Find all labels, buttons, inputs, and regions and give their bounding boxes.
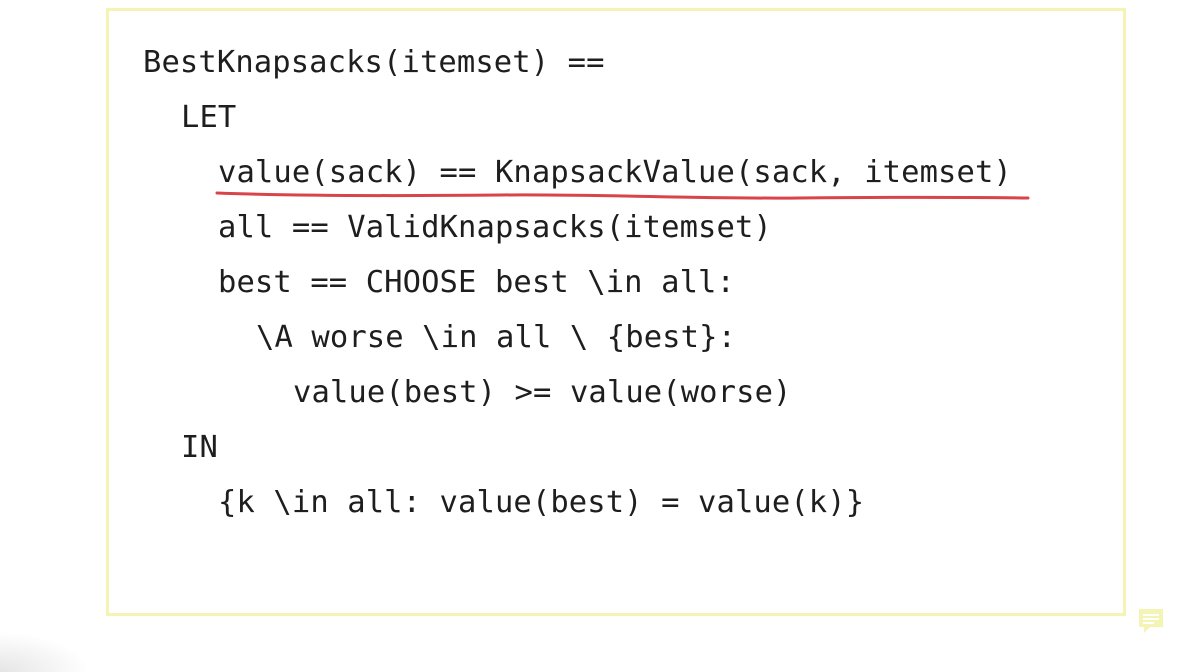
code-line-best: best == CHOOSE best \in all: (218, 265, 735, 300)
comment-icon[interactable] (1136, 606, 1166, 636)
code-line-in: IN (181, 430, 218, 465)
code-line-result: {k \in all: value(best) = value(k)} (218, 485, 865, 520)
code-line-definition: BestKnapsacks(itemset) == (143, 45, 605, 80)
code-line-let: LET (181, 100, 237, 135)
code-line-compare: value(best) >= value(worse) (293, 375, 792, 410)
slide-page: BestKnapsacks(itemset) == LET value(sack… (0, 0, 1189, 672)
corner-shadow (0, 632, 90, 672)
code-line-all: all == ValidKnapsacks(itemset) (218, 210, 772, 245)
code-box (106, 8, 1126, 616)
code-line-value: value(sack) == KnapsackValue(sack, items… (218, 155, 1012, 190)
code-line-forall: \A worse \in all \ {best}: (256, 320, 737, 355)
